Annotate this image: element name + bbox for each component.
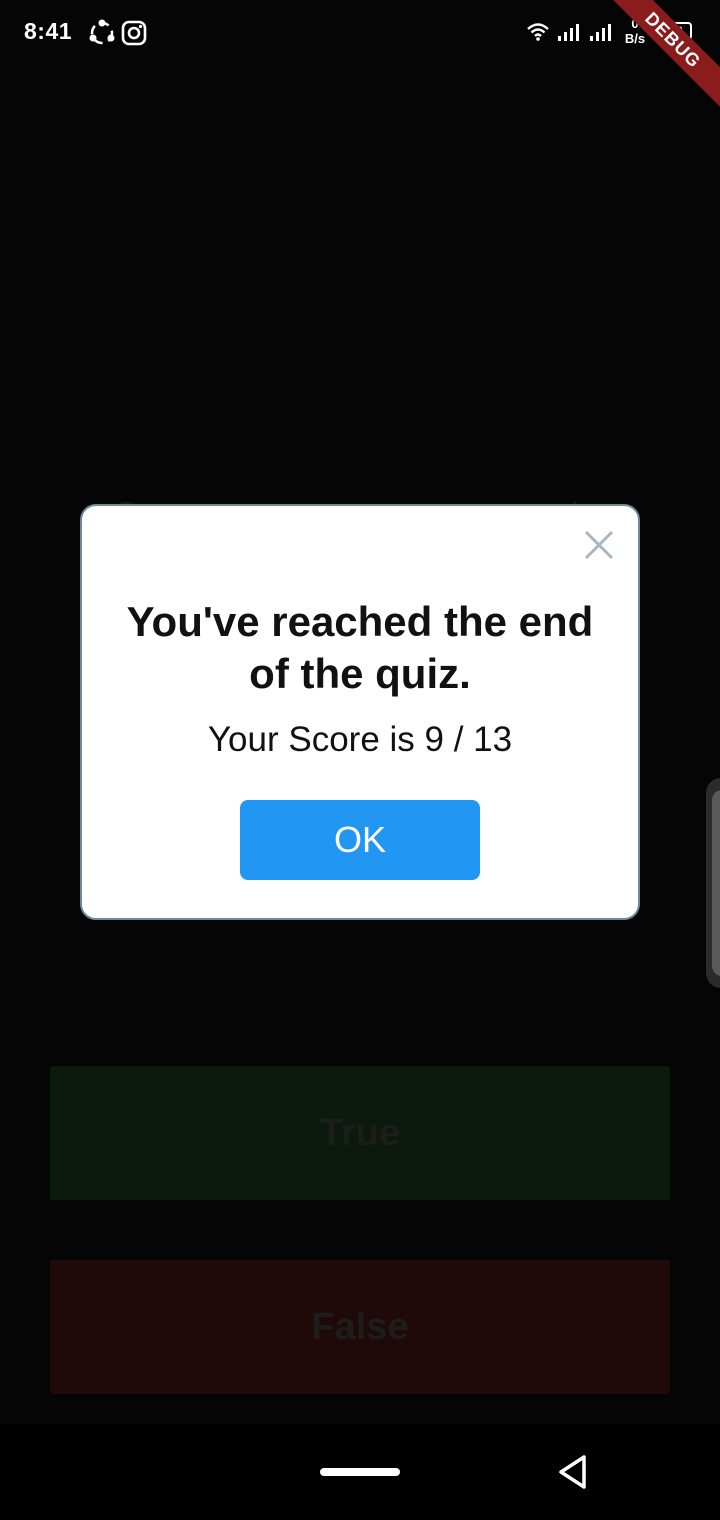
wifi-icon (527, 23, 549, 41)
status-time: 8:41 (24, 18, 73, 44)
status-bar: 8:41 0 B/s 23 (0, 0, 720, 66)
true-button[interactable]: True (50, 1066, 670, 1200)
score-text: Your Score is 9 / 13 (207, 720, 513, 759)
signal-icon (558, 24, 579, 41)
side-panel-handle-inner (712, 790, 720, 976)
home-pill[interactable] (320, 1468, 400, 1476)
false-button[interactable]: False (50, 1260, 670, 1394)
signal-icon (590, 24, 611, 41)
instagram-icon (120, 19, 148, 47)
dialog-title: You've reached the end of the quiz. (126, 598, 594, 697)
navigation-bar (0, 1424, 720, 1520)
close-icon[interactable] (582, 528, 616, 562)
back-icon[interactable] (554, 1452, 594, 1492)
quiz-end-dialog: You've reached the end of the quiz. Your… (80, 504, 640, 920)
sync-icon (88, 19, 116, 47)
ok-button[interactable]: OK (240, 800, 480, 880)
